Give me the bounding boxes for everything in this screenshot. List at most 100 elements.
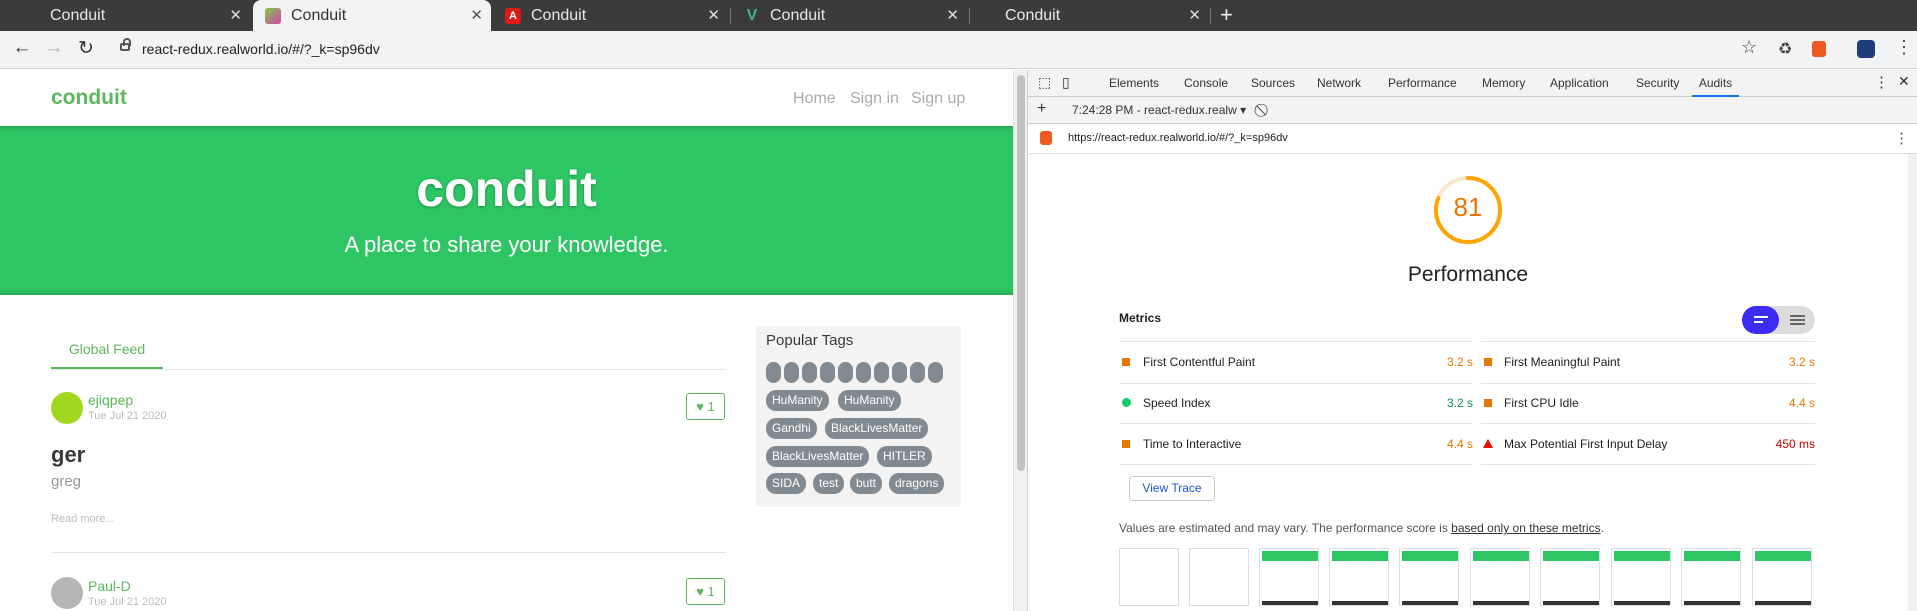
note-text: Values are estimated and may vary. The p… xyxy=(1119,521,1452,535)
tag-pill[interactable] xyxy=(892,362,907,383)
inspect-element-icon[interactable]: ⬚ xyxy=(1038,74,1051,91)
tab-title: Conduit xyxy=(531,6,587,24)
toggle-compact-view[interactable] xyxy=(1742,306,1779,334)
banner-title: conduit xyxy=(416,161,597,217)
tag-pill[interactable] xyxy=(928,362,943,383)
metric-value: 3.2 s xyxy=(1446,355,1473,369)
toggle-expanded-view[interactable] xyxy=(1790,315,1805,317)
popular-tags-title: Popular Tags xyxy=(766,332,854,349)
tag-pill[interactable]: butt xyxy=(850,473,883,494)
devtools-tab-memory[interactable]: Memory xyxy=(1482,76,1525,90)
devtools-tab-application[interactable]: Application xyxy=(1550,76,1609,90)
scrollbar-thumb[interactable] xyxy=(1017,75,1025,471)
angular-favicon-icon: A xyxy=(505,7,521,24)
article-author[interactable]: ejiqpep xyxy=(88,392,133,408)
metric-name: Max Potential First Input Delay xyxy=(1504,437,1668,451)
favorite-count: 1 xyxy=(707,399,715,414)
metric-value: 450 ms xyxy=(1775,437,1815,451)
feed-divider xyxy=(51,369,726,370)
tag-pill[interactable]: BlackLivesMatter xyxy=(825,418,929,439)
close-icon[interactable]: ✕ xyxy=(946,6,959,24)
tag-pill[interactable] xyxy=(802,362,817,383)
address-bar[interactable]: react-redux.realworld.io/#/?_k=sp96dv xyxy=(142,41,380,57)
devtools-tab-audits[interactable]: Audits xyxy=(1692,76,1739,97)
tag-pill[interactable] xyxy=(820,362,835,383)
devtools-tab-sources[interactable]: Sources xyxy=(1251,76,1295,90)
article-divider xyxy=(51,552,726,553)
devtools-tab-security[interactable]: Security xyxy=(1636,76,1679,90)
browser-tab-3[interactable]: A Conduit ✕ xyxy=(493,0,728,31)
devtools-scrollbar[interactable] xyxy=(1908,154,1917,611)
close-icon[interactable]: ✕ xyxy=(229,6,242,24)
tag-pill[interactable]: BlackLivesMatter xyxy=(766,446,870,467)
browser-tab-5[interactable]: Conduit ✕ xyxy=(971,0,1209,31)
web-page: conduit Home Sign in Sign up conduit A p… xyxy=(0,70,1013,611)
close-icon[interactable]: ✕ xyxy=(1188,6,1201,24)
avatar[interactable] xyxy=(51,577,83,609)
tag-pill[interactable] xyxy=(766,362,781,383)
vue-favicon-icon: V xyxy=(746,6,758,24)
site-brand[interactable]: conduit xyxy=(51,86,127,110)
tag-pill[interactable] xyxy=(838,362,853,383)
devtools-tab-network[interactable]: Network xyxy=(1317,76,1361,90)
tag-pill[interactable] xyxy=(910,362,925,383)
article-date: Tue Jul 21 2020 xyxy=(88,410,167,422)
avatar[interactable] xyxy=(51,392,83,424)
close-icon[interactable]: ✕ xyxy=(707,6,720,24)
tag-pill[interactable]: test xyxy=(813,473,845,494)
article-description[interactable]: greg xyxy=(51,473,81,490)
nav-sign-in[interactable]: Sign in xyxy=(850,90,899,108)
browser-tab-2[interactable]: Conduit ✕ xyxy=(253,0,491,31)
devtools-tab-performance[interactable]: Performance xyxy=(1388,76,1457,90)
filmstrip-frame xyxy=(1189,548,1249,606)
metrics-view-toggle[interactable] xyxy=(1742,306,1815,334)
metrics-doc-link[interactable]: based only on these metrics xyxy=(1451,521,1600,535)
extension-profile-icon[interactable] xyxy=(1857,40,1875,58)
new-audit-icon[interactable]: + xyxy=(1037,100,1046,118)
bookmark-star-icon[interactable]: ☆ xyxy=(1741,37,1757,58)
article-title[interactable]: ger xyxy=(51,442,85,468)
tag-pill[interactable] xyxy=(856,362,871,383)
article-author[interactable]: Paul-D xyxy=(88,578,131,594)
devtools-tab-elements[interactable]: Elements xyxy=(1109,76,1159,90)
tag-pill[interactable]: dragons xyxy=(889,473,945,494)
forward-arrow-icon[interactable]: → xyxy=(42,37,66,59)
nav-home[interactable]: Home xyxy=(793,90,836,108)
close-devtools-icon[interactable]: ✕ xyxy=(1898,73,1910,90)
extension-lock-icon[interactable] xyxy=(1812,41,1826,57)
page-scrollbar[interactable] xyxy=(1013,70,1027,611)
report-menu-icon[interactable]: ⋮ xyxy=(1894,129,1909,147)
tag-pill[interactable] xyxy=(874,362,889,383)
devtools-tab-console[interactable]: Console xyxy=(1184,76,1228,90)
browser-tab-4[interactable]: V Conduit ✕ xyxy=(732,0,967,31)
average-status-icon xyxy=(1484,358,1492,366)
close-icon[interactable]: ✕ xyxy=(470,6,483,24)
favorite-button[interactable]: ♥ 1 xyxy=(686,393,725,420)
back-arrow-icon[interactable]: ← xyxy=(10,37,34,59)
tag-pill[interactable]: SIDA xyxy=(766,473,807,494)
tag-pill[interactable] xyxy=(784,362,799,383)
browser-menu-icon[interactable]: ⋮ xyxy=(1895,37,1913,58)
tab-global-feed[interactable]: Global Feed xyxy=(51,339,163,369)
new-tab-button[interactable]: + xyxy=(1220,2,1233,28)
report-selector[interactable]: 7:24:28 PM - react-redux.realw ▾ xyxy=(1072,103,1246,117)
devtools-menu-icon[interactable]: ⋮ xyxy=(1874,73,1889,91)
article-date: Tue Jul 21 2020 xyxy=(88,596,167,608)
reload-icon[interactable]: ↻ xyxy=(74,37,98,60)
nav-sign-up[interactable]: Sign up xyxy=(911,90,965,108)
filmstrip-frame xyxy=(1681,548,1741,606)
favorite-button[interactable]: ♥ 1 xyxy=(686,578,725,605)
browser-tab-1[interactable]: Conduit ✕ xyxy=(0,0,250,31)
read-more-link[interactable]: Read more... xyxy=(51,513,115,525)
tab-title: Conduit xyxy=(50,6,106,24)
tag-pill[interactable]: Gandhi xyxy=(766,418,817,439)
average-status-icon xyxy=(1122,358,1130,366)
favicon-icon xyxy=(265,7,281,24)
tag-pill[interactable]: HuManity xyxy=(766,390,829,411)
device-toolbar-icon[interactable]: ▯ xyxy=(1062,74,1070,91)
tag-pill[interactable]: HITLER xyxy=(877,446,932,467)
extension-recycle-icon[interactable]: ♻ xyxy=(1778,39,1792,59)
view-trace-button[interactable]: View Trace xyxy=(1129,476,1215,501)
metric-name: First CPU Idle xyxy=(1504,396,1579,410)
tag-pill[interactable]: HuManity xyxy=(838,390,901,411)
